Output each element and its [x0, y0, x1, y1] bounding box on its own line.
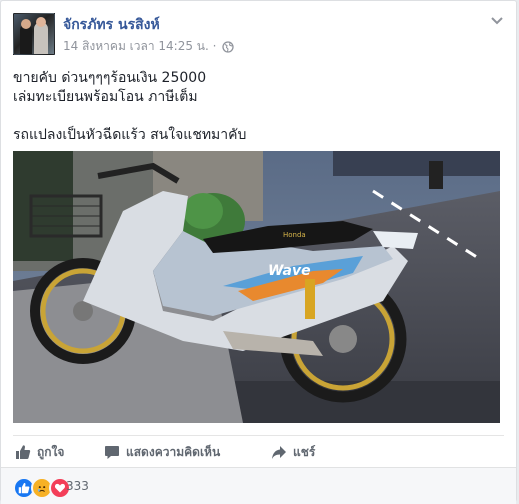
reaction-icons[interactable]	[13, 477, 71, 499]
share-icon	[272, 446, 286, 459]
like-label: ถูกใจ	[37, 444, 65, 459]
reaction-count[interactable]: 333	[66, 479, 89, 493]
decal-text: Wave	[268, 263, 311, 279]
thumbs-up-icon	[16, 445, 31, 459]
brand-text: Honda	[283, 231, 306, 239]
globe-icon[interactable]	[222, 40, 234, 53]
post-text: ขายคับ ด่วนๆๆๆร้อนเงิน 25000 เล่มทะเบียน…	[13, 69, 504, 145]
post-text-line: รถแปลงเป็นหัวฉีดแร้ว สนใจแชทมาคับ	[13, 127, 247, 143]
share-button[interactable]: แชร์	[271, 442, 315, 462]
motorcycle-photo-illustration: Wave Honda	[13, 151, 500, 423]
post-meta: 14 สิงหาคม เวลา 14:25 น. ·	[63, 37, 234, 56]
meta-separator: ·	[212, 39, 217, 53]
comment-label: แสดงความคิดเห็น	[126, 444, 221, 459]
reactions-bar[interactable]: 333	[1, 467, 516, 504]
author-name[interactable]: จักรภัทร นรสิงห์	[63, 14, 160, 36]
like-button[interactable]: ถูกใจ	[15, 442, 64, 462]
avatar[interactable]	[13, 13, 55, 55]
post-card: จักรภัทร นรสิงห์ 14 สิงหาคม เวลา 14:25 น…	[0, 0, 517, 504]
post-text-line: เล่มทะเบียนพร้อมโอน ภาษีเต็ม	[13, 89, 198, 105]
comment-icon	[105, 446, 119, 459]
post-photo[interactable]: Wave Honda	[13, 151, 500, 423]
comment-button[interactable]: แสดงความคิดเห็น	[104, 442, 220, 462]
post-header: จักรภัทร นรสิงห์ 14 สิงหาคม เวลา 14:25 น…	[13, 13, 504, 57]
chevron-down-icon[interactable]	[490, 15, 504, 25]
post-actions: ถูกใจ แสดงความคิดเห็น แชร์	[13, 435, 504, 468]
post-timestamp[interactable]: 14 สิงหาคม เวลา 14:25 น.	[63, 39, 209, 53]
post-text-line: ขายคับ ด่วนๆๆๆร้อนเงิน 25000	[13, 70, 207, 86]
share-label: แชร์	[293, 444, 316, 459]
